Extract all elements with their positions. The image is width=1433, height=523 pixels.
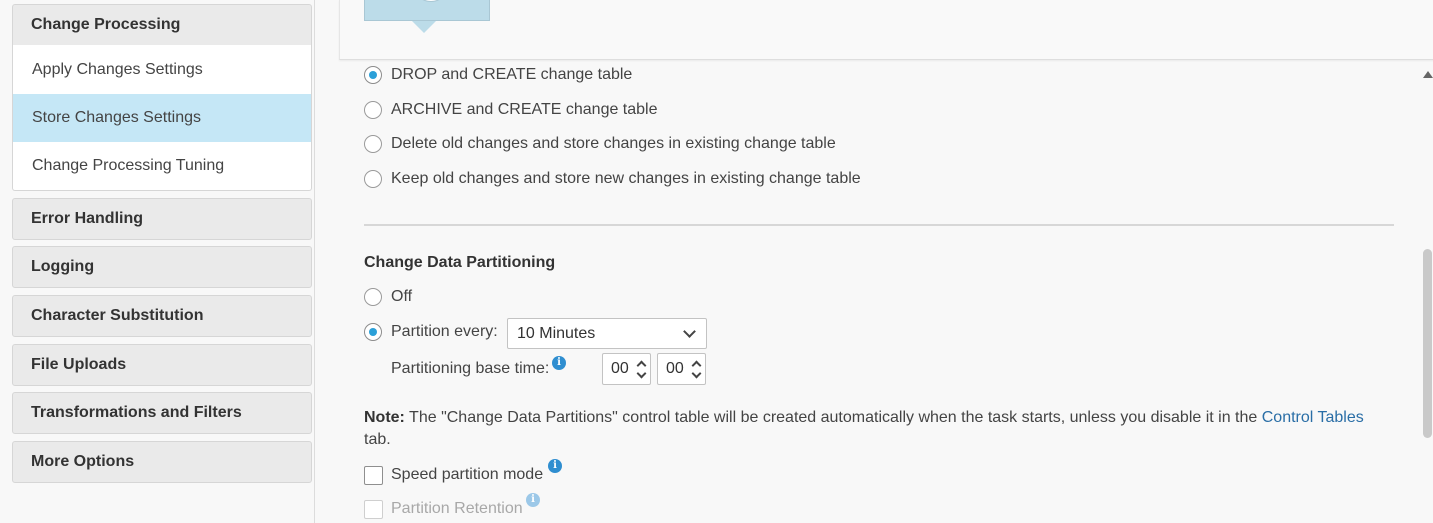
radio-button[interactable] xyxy=(364,288,382,306)
speed-partition-mode-option[interactable]: Speed partition mode xyxy=(364,464,543,486)
info-icon: i xyxy=(526,493,540,507)
base-time-hours-spinner[interactable]: 00 xyxy=(602,353,651,385)
section-error-handling[interactable]: Error Handling xyxy=(12,198,312,240)
option-keep-old-changes[interactable]: Keep old changes and store new changes i… xyxy=(364,168,861,190)
scroll-up-arrow-icon[interactable] xyxy=(1423,71,1433,78)
info-icon[interactable]: i xyxy=(552,356,566,370)
note-prefix: Note: xyxy=(364,409,405,426)
checkbox[interactable] xyxy=(364,465,383,485)
note-text: The "Change Data Partitions" control tab… xyxy=(404,409,1262,426)
speed-partition-mode-label: Speed partition mode xyxy=(391,466,544,483)
note-suffix: tab. xyxy=(364,431,391,448)
info-icon[interactable]: i xyxy=(548,459,562,473)
option-label: Delete old changes and store changes in … xyxy=(391,135,836,152)
section-divider xyxy=(364,224,1394,226)
section-character-substitution[interactable]: Character Substitution xyxy=(12,295,312,337)
base-time-minutes-spinner[interactable]: 00 xyxy=(657,353,706,385)
radio-button[interactable] xyxy=(364,135,382,153)
change-processing-submenu: Apply Changes Settings Store Changes Set… xyxy=(12,45,312,191)
option-label: ARCHIVE and CREATE change table xyxy=(391,101,658,118)
spinner-arrows-icon[interactable] xyxy=(636,359,647,379)
partition-off-option[interactable]: Off xyxy=(364,286,412,308)
sidebar-item-store-changes-settings[interactable]: Store Changes Settings xyxy=(13,94,311,142)
diagram-arrow xyxy=(412,21,436,33)
sidebar-item-change-processing-tuning[interactable]: Change Processing Tuning xyxy=(13,142,311,190)
control-tables-link[interactable]: Control Tables xyxy=(1262,409,1364,426)
partition-interval-select[interactable]: 10 Minutes xyxy=(507,318,707,349)
spinner-arrows-icon[interactable] xyxy=(691,359,702,379)
sidebar-item-apply-changes-settings[interactable]: Apply Changes Settings xyxy=(13,46,311,94)
section-more-options[interactable]: More Options xyxy=(12,441,312,483)
partition-retention-label: Partition Retention xyxy=(391,500,523,517)
option-label: Keep old changes and store new changes i… xyxy=(391,170,861,187)
partitioning-base-time-label: Partitioning base time: xyxy=(391,360,550,377)
section-file-uploads[interactable]: File Uploads xyxy=(12,344,312,386)
radio-button[interactable] xyxy=(364,101,382,119)
section-transformations-and-filters[interactable]: Transformations and Filters xyxy=(12,392,312,434)
option-drop-and-create[interactable]: DROP and CREATE change table xyxy=(364,64,632,86)
diagram-box xyxy=(364,0,490,21)
partitions-note: Note: The "Change Data Partitions" contr… xyxy=(364,407,1394,451)
radio-button-selected[interactable] xyxy=(364,323,382,341)
radio-button[interactable] xyxy=(364,170,382,188)
partition-interval-value: 10 Minutes xyxy=(517,325,596,342)
section-change-processing[interactable]: Change Processing xyxy=(12,4,312,46)
vertical-scrollbar-thumb[interactable] xyxy=(1423,249,1432,438)
diagram-circle xyxy=(413,0,449,2)
store-changes-diagram-card xyxy=(339,0,1433,60)
minutes-value: 00 xyxy=(666,360,684,377)
partition-retention-option: Partition Retention xyxy=(364,498,523,520)
radio-button-selected[interactable] xyxy=(364,66,382,84)
option-delete-old-changes[interactable]: Delete old changes and store changes in … xyxy=(364,133,836,155)
option-label: DROP and CREATE change table xyxy=(391,66,633,83)
checkbox-disabled xyxy=(364,499,383,519)
option-label: Partition every: xyxy=(391,323,498,340)
settings-sidebar: Change Processing Apply Changes Settings… xyxy=(0,0,315,523)
option-label: Off xyxy=(391,288,413,305)
chevron-down-icon xyxy=(683,325,696,338)
change-data-partitioning-title: Change Data Partitioning xyxy=(364,254,556,271)
option-archive-and-create[interactable]: ARCHIVE and CREATE change table xyxy=(364,99,658,121)
section-logging[interactable]: Logging xyxy=(12,246,312,288)
hours-value: 00 xyxy=(611,360,629,377)
partition-every-option[interactable]: Partition every: xyxy=(364,321,498,343)
